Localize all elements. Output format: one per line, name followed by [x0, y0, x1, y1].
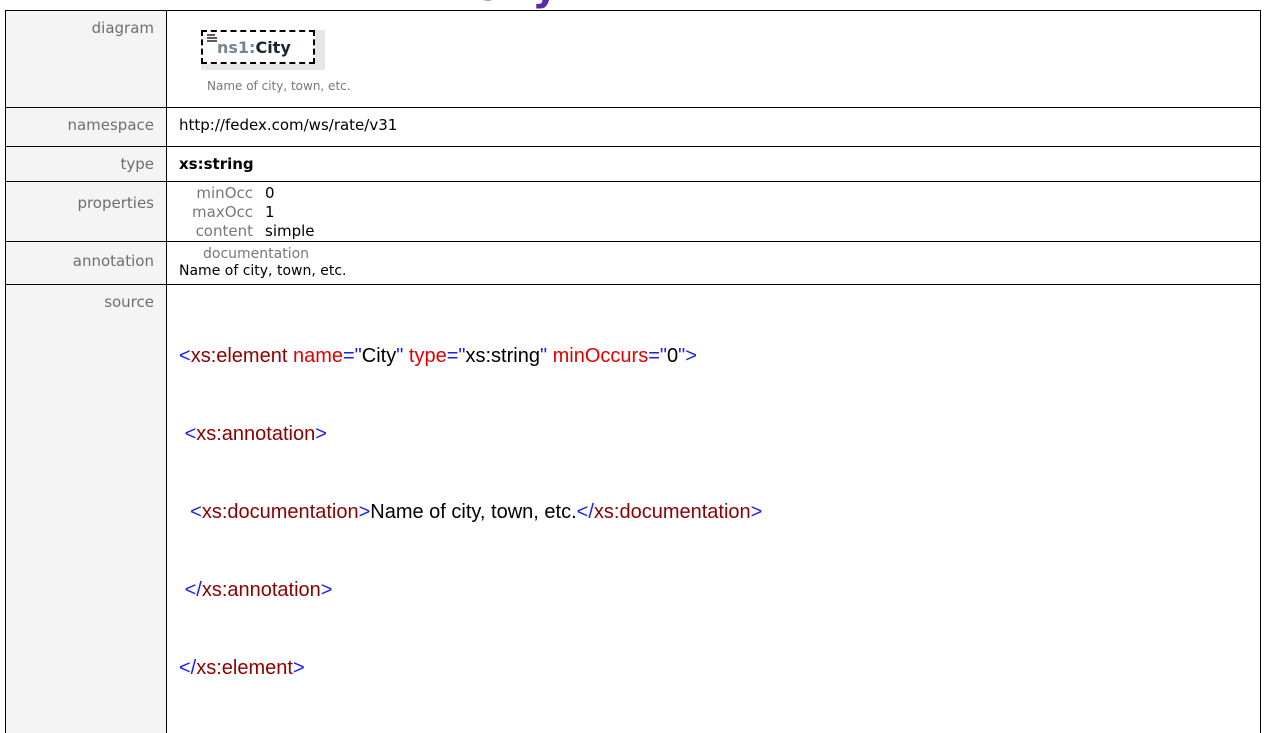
annotation-value-cell: documentation Name of city, town, etc. — [167, 242, 1261, 285]
row-properties: properties minOcc 0 maxOcc 1 content sim… — [6, 182, 1261, 242]
source-line: <xs:annotation> — [179, 421, 1260, 447]
property-value: 0 — [265, 184, 315, 203]
type-label: type — [6, 147, 154, 173]
property-key: minOcc — [179, 184, 265, 203]
type-key: type — [6, 147, 167, 182]
source-key: source — [6, 285, 167, 733]
property-key: content — [179, 222, 265, 241]
properties-list: minOcc 0 maxOcc 1 content simple — [179, 184, 315, 241]
element-node[interactable]: ns1:City — [201, 30, 315, 64]
diagram-key: diagram — [6, 11, 167, 108]
property-value: 1 — [265, 203, 315, 222]
diagram-caption: Name of city, town, etc. — [207, 79, 351, 93]
namespace-value: http://fedex.com/ws/rate/v31 — [179, 108, 1260, 134]
source-value-cell: <xs:element name="City" type="xs:string"… — [167, 285, 1261, 733]
row-source: source <xs:element name="City" type="xs:… — [6, 285, 1261, 733]
diagram-value: ns1:City Name of city, town, etc. — [167, 11, 1261, 108]
row-annotation: annotation documentation Name of city, t… — [6, 242, 1261, 285]
source-label: source — [6, 285, 154, 311]
row-namespace: namespace http://fedex.com/ws/rate/v31 — [6, 108, 1261, 147]
page-top-strip: City — [0, 0, 1266, 10]
documentation-label: documentation — [179, 242, 1260, 262]
type-value-link[interactable]: xs:string — [179, 147, 1260, 173]
row-diagram: diagram ns1:City Name of city, town, etc… — [6, 11, 1261, 108]
properties-key: properties — [6, 182, 167, 242]
annotation-label: annotation — [6, 242, 154, 270]
property-row: content simple — [179, 222, 315, 241]
source-line: </xs:element> — [179, 655, 1260, 681]
type-value-cell: xs:string — [167, 147, 1261, 182]
namespace-label: namespace — [6, 108, 154, 134]
element-name: City — [255, 38, 290, 57]
annotation-key: annotation — [6, 242, 167, 285]
source-line: <xs:element name="City" type="xs:string"… — [179, 343, 1260, 369]
source-code: <xs:element name="City" type="xs:string"… — [179, 285, 1260, 733]
properties-value-cell: minOcc 0 maxOcc 1 content simple — [167, 182, 1261, 242]
page-heading-cut: City — [470, 0, 558, 10]
property-value: simple — [265, 222, 315, 241]
source-line: <xs:documentation>Name of city, town, et… — [179, 499, 1260, 525]
diagram-label: diagram — [6, 11, 154, 37]
documentation-text: Name of city, town, etc. — [179, 262, 1260, 279]
diagram-canvas: ns1:City Name of city, town, etc. — [179, 11, 1260, 107]
element-node-label: ns1:City — [217, 38, 291, 57]
property-row: minOcc 0 — [179, 184, 315, 203]
element-properties-table: diagram ns1:City Name of city, town, etc… — [5, 10, 1261, 733]
namespace-key: namespace — [6, 108, 167, 147]
namespace-value-cell: http://fedex.com/ws/rate/v31 — [167, 108, 1261, 147]
property-key: maxOcc — [179, 203, 265, 222]
properties-label: properties — [6, 182, 154, 212]
element-prefix: ns1: — [217, 38, 255, 57]
property-row: maxOcc 1 — [179, 203, 315, 222]
row-type: type xs:string — [6, 147, 1261, 182]
source-line: </xs:annotation> — [179, 577, 1260, 603]
element-node-shadow: ns1:City — [201, 30, 325, 70]
